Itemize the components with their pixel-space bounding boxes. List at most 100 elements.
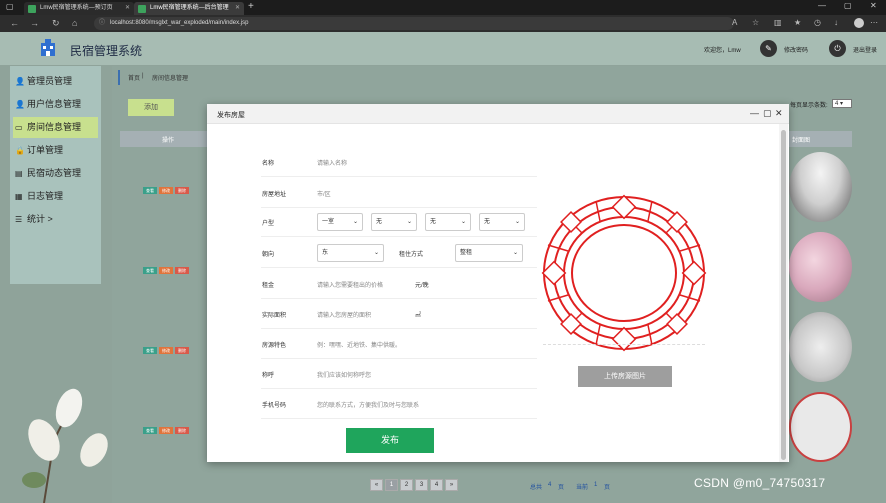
view-button[interactable]: 查看: [143, 267, 157, 274]
address-picker[interactable]: 市/区: [317, 189, 331, 198]
add-button[interactable]: 添加: [128, 99, 174, 116]
sidebar-item-rooms[interactable]: ▭ 房间信息管理: [13, 117, 98, 138]
phone-input[interactable]: 您的联系方式，方便我们及时与您联系: [317, 400, 419, 409]
field-label: 租金: [262, 283, 275, 289]
room-cover-image: [789, 392, 852, 462]
name-input[interactable]: 请输入名称: [317, 158, 347, 167]
minimize-window-icon[interactable]: —: [818, 1, 826, 10]
per-page-value: 4: [835, 101, 839, 107]
back-icon[interactable]: ←: [10, 18, 19, 28]
read-aloud-icon[interactable]: A: [732, 18, 737, 27]
view-button[interactable]: 查看: [143, 187, 157, 194]
form-row-area: 实际面积 请输入您房屋的面积 ㎡: [261, 298, 537, 329]
scrollbar-thumb[interactable]: [781, 130, 786, 460]
sidebar-item-logs[interactable]: ▦ 日志管理: [13, 186, 98, 207]
edit-password-icon[interactable]: ✎: [760, 40, 777, 57]
sidebar-item-news[interactable]: ▤ 民宿动态管理: [13, 163, 98, 184]
area-input[interactable]: 请输入您房屋的面积: [317, 310, 371, 319]
rooms-select[interactable]: 一室 ⌄: [317, 213, 363, 231]
field-label: 称呼: [262, 373, 275, 379]
total-pages-suffix: 页: [558, 485, 565, 491]
room-cover-image: [789, 232, 852, 302]
chevron-down-icon: ⌄: [352, 219, 358, 225]
delete-button[interactable]: 删除: [175, 187, 189, 194]
rent-input[interactable]: 请输入您需要租出的价格: [317, 280, 383, 289]
upload-image-button[interactable]: 上传房源图片: [578, 366, 672, 387]
download-icon[interactable]: ↓: [834, 18, 838, 27]
close-tab-icon[interactable]: ✕: [235, 2, 240, 15]
maximize-window-icon[interactable]: ▢: [844, 1, 852, 10]
publish-button[interactable]: 发布: [346, 428, 434, 453]
sidebar-item-orders[interactable]: 🔒 订单管理: [13, 140, 98, 161]
preview-divider: [543, 344, 705, 345]
page-button[interactable]: 1: [385, 479, 398, 491]
profile-avatar[interactable]: [854, 18, 864, 28]
room-cover-image: [789, 312, 852, 382]
bathrooms-select[interactable]: 无 ⌄: [479, 213, 525, 231]
view-button[interactable]: 查看: [143, 427, 157, 434]
page-button[interactable]: 4: [430, 479, 443, 491]
user-icon: 👤: [15, 77, 25, 86]
nickname-input[interactable]: 我们应该如何称呼您: [317, 370, 371, 379]
home-icon[interactable]: ⌂: [72, 18, 77, 28]
next-page-button[interactable]: »: [445, 479, 458, 491]
close-tab-icon[interactable]: ✕: [125, 2, 130, 15]
tab-menu-icon[interactable]: ▢: [6, 2, 14, 11]
features-input[interactable]: 例：嘿嘿、近地铁、集中供暖。: [317, 340, 401, 349]
close-icon[interactable]: ✕: [775, 108, 783, 119]
logout-link[interactable]: 退出登录: [853, 45, 877, 54]
sidebar-item-users[interactable]: 👤 用户信息管理: [13, 94, 98, 115]
kitchens-select[interactable]: 无 ⌄: [425, 213, 471, 231]
favorite-icon[interactable]: ☆: [752, 18, 759, 27]
browser-tab-title: Lmw民宿管理系统—后台管理: [150, 5, 229, 11]
room-cover-image: [789, 152, 852, 222]
close-window-icon[interactable]: ✕: [870, 1, 877, 10]
view-button[interactable]: 查看: [143, 347, 157, 354]
sidebar-item-admin[interactable]: 👤 管理员管理: [13, 71, 98, 92]
prev-page-button[interactable]: «: [370, 479, 383, 491]
reload-icon[interactable]: ↻: [52, 18, 60, 29]
lock-icon: 🔒: [15, 146, 25, 155]
dialog-title: 发布房屋: [217, 112, 245, 119]
breadcrumb-home[interactable]: 首页: [128, 73, 140, 82]
edit-button[interactable]: 修改: [159, 187, 173, 194]
per-page-label: 每页显示条数:: [790, 103, 828, 109]
browser-tab-title: Lmw民宿管理系统—预订页: [40, 5, 113, 11]
history-icon[interactable]: ◷: [814, 18, 821, 27]
maximize-icon[interactable]: ▢: [763, 108, 772, 119]
forward-icon[interactable]: →: [30, 18, 39, 28]
edit-button[interactable]: 修改: [159, 267, 173, 274]
browser-tab-admin[interactable]: Lmw民宿管理系统—后台管理 ✕: [134, 2, 244, 15]
change-password-link[interactable]: 修改密码: [784, 45, 808, 54]
delete-button[interactable]: 删除: [175, 347, 189, 354]
minimize-icon[interactable]: —: [750, 108, 759, 118]
url-input[interactable]: ⓘ localhost:8080/msglxt_war_exploded/mai…: [94, 17, 734, 30]
form-row-rent: 租金 请输入您需要租出的价格 元/晚: [261, 268, 537, 299]
browser-tab-booking[interactable]: Lmw民宿管理系统—预订页 ✕: [24, 2, 134, 15]
house-logo-icon: [41, 39, 55, 56]
field-label: 朝向: [262, 252, 275, 258]
orientation-select[interactable]: 东 ⌄: [317, 244, 384, 262]
more-menu-icon[interactable]: ⋯: [870, 18, 878, 27]
halls-select[interactable]: 无 ⌄: [371, 213, 417, 231]
delete-button[interactable]: 删除: [175, 267, 189, 274]
new-tab-icon[interactable]: +: [248, 1, 254, 12]
area-unit: ㎡: [415, 313, 422, 319]
chevron-down-icon: ⌄: [460, 219, 466, 225]
sidebar-item-stats[interactable]: ☰ 统计 >: [13, 209, 98, 230]
edit-button[interactable]: 修改: [159, 347, 173, 354]
magnolia-decoration: [22, 388, 108, 503]
sidebar-item-label: 民宿动态管理: [27, 168, 82, 178]
delete-button[interactable]: 删除: [175, 427, 189, 434]
per-page-select[interactable]: 4 ▾: [832, 99, 852, 108]
page-button[interactable]: 3: [415, 479, 428, 491]
rent-type-select[interactable]: 整租 ⌄: [455, 244, 523, 262]
edit-button[interactable]: 修改: [159, 427, 173, 434]
page-button[interactable]: 2: [400, 479, 413, 491]
tab-favicon-icon: [28, 5, 36, 13]
dialog-scrollbar[interactable]: [779, 124, 788, 462]
favorites-bar-icon[interactable]: ★: [794, 18, 801, 27]
logout-icon[interactable]: ⏻: [829, 40, 846, 57]
form-row-name: 名称 请输入名称: [261, 146, 537, 177]
split-screen-icon[interactable]: ▥: [774, 18, 782, 27]
